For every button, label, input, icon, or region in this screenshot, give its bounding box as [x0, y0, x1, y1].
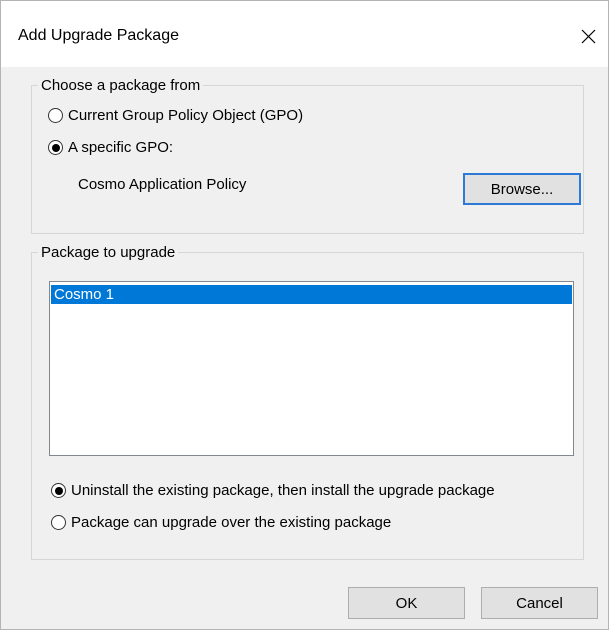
package-list[interactable]: Cosmo 1	[49, 281, 574, 456]
cancel-button[interactable]: Cancel	[481, 587, 598, 619]
radio-uninstall-then-install-label: Uninstall the existing package, then ins…	[71, 482, 495, 499]
ok-button[interactable]: OK	[348, 587, 465, 619]
radio-specific-gpo-label: A specific GPO:	[68, 139, 174, 156]
close-button[interactable]	[571, 19, 605, 53]
dialog-title: Add Upgrade Package	[18, 27, 179, 44]
radio-specific-gpo[interactable]: A specific GPO:	[48, 139, 173, 156]
add-upgrade-package-dialog: Add Upgrade Package Choose a package fro…	[0, 0, 609, 630]
selected-gpo-name: Cosmo Application Policy	[78, 176, 247, 193]
radio-button[interactable]	[51, 515, 66, 530]
radio-button-checked[interactable]	[51, 483, 66, 498]
package-to-upgrade-legend: Package to upgrade	[41, 244, 176, 261]
close-icon	[581, 29, 595, 43]
radio-current-gpo-label: Current Group Policy Object (GPO)	[68, 107, 304, 124]
radio-current-gpo[interactable]: Current Group Policy Object (GPO)	[48, 107, 303, 124]
radio-upgrade-over-existing-label: Package can upgrade over the existing pa…	[71, 514, 392, 531]
choose-package-from-legend: Choose a package from	[41, 77, 201, 94]
radio-uninstall-then-install[interactable]: Uninstall the existing package, then ins…	[51, 482, 495, 499]
browse-button[interactable]: Browse...	[463, 173, 581, 205]
list-item[interactable]: Cosmo 1	[51, 285, 572, 304]
radio-upgrade-over-existing[interactable]: Package can upgrade over the existing pa…	[51, 514, 391, 531]
radio-button-checked[interactable]	[48, 140, 63, 155]
title-bar: Add Upgrade Package	[1, 1, 608, 67]
radio-button[interactable]	[48, 108, 63, 123]
